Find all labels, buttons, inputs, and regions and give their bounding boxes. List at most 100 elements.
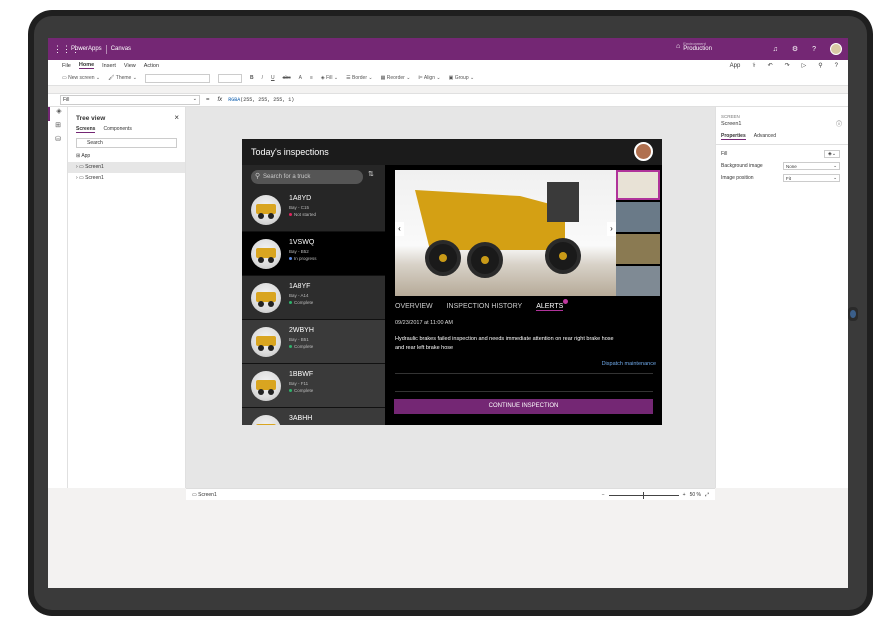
truck-row[interactable]: 2WBYH Bay - B51 Complete: [242, 320, 385, 364]
dispatch-maintenance-link[interactable]: Dispatch maintenance: [602, 361, 656, 367]
fx-icon[interactable]: fx: [218, 97, 223, 103]
info-icon[interactable]: ⓘ: [836, 119, 842, 128]
share-icon[interactable]: ⚲: [818, 62, 822, 69]
truck-bay: Bay - C15: [289, 205, 310, 210]
tree-tabs: Screens Components: [76, 126, 185, 133]
bold-button[interactable]: B: [250, 75, 254, 81]
text-align-button[interactable]: ≡: [310, 75, 313, 81]
truck-row[interactable]: 1A8YF Bay - A14 Complete: [242, 276, 385, 320]
tab-properties[interactable]: Properties: [721, 133, 746, 140]
image-position-dropdown[interactable]: Fit: [783, 174, 840, 182]
new-screen-button[interactable]: ▭ New screen ⌄: [62, 75, 100, 81]
reorder-button[interactable]: ▦ Reorder ⌄: [381, 75, 411, 81]
undo-icon[interactable]: ↶: [768, 62, 773, 69]
menu-insert[interactable]: Insert: [102, 63, 116, 69]
bell-icon[interactable]: ♫: [773, 46, 778, 53]
menu-file[interactable]: File: [62, 63, 71, 69]
fill-label: Fill: [326, 75, 333, 81]
waffle-icon[interactable]: ⋮⋮⋮: [53, 44, 80, 55]
environment-value: Production: [683, 46, 712, 52]
redo-icon[interactable]: ↷: [785, 62, 790, 69]
fill-button[interactable]: ◈ Fill ⌄: [321, 75, 338, 81]
truck-search-input[interactable]: Search for a truck: [251, 170, 363, 184]
truck-row[interactable]: 1A8YD Bay - C15 Not started: [242, 188, 385, 232]
gear-icon[interactable]: ⚙: [792, 45, 798, 53]
formula-input[interactable]: RGBA(255, 255, 255, 1): [228, 97, 294, 103]
prop-pos-label: Image position: [721, 175, 754, 181]
play-icon[interactable]: ▷: [802, 62, 807, 69]
tab-advanced[interactable]: Advanced: [754, 133, 776, 140]
tree-item-screen[interactable]: › ▭ Screen1: [68, 173, 185, 184]
tree-title: Tree view: [76, 115, 106, 122]
truck-wheel: [425, 240, 461, 276]
avatar[interactable]: [830, 43, 842, 55]
underline-button[interactable]: U: [271, 75, 275, 81]
menu-action[interactable]: Action: [144, 63, 159, 69]
help-icon[interactable]: ?: [812, 46, 816, 53]
fullscreen-icon[interactable]: ⤢: [705, 492, 709, 498]
tree-item-app[interactable]: ⊞ App: [68, 151, 185, 162]
zoom-in-button[interactable]: +: [683, 492, 686, 498]
truck-status: Complete: [289, 300, 313, 305]
sort-icon[interactable]: ⇅: [368, 170, 374, 178]
screen-selector[interactable]: ▭ Screen1: [192, 492, 217, 498]
tab-components[interactable]: Components: [103, 126, 131, 133]
menu-home[interactable]: Home: [78, 62, 95, 69]
thumbnail[interactable]: [616, 266, 660, 296]
property-dropdown[interactable]: Fill: [60, 95, 200, 105]
zoom-out-button[interactable]: −: [602, 492, 605, 498]
group-button[interactable]: ▣ Group ⌄: [449, 75, 475, 81]
tree-view-panel: Tree view × Screens Components Search ⊞ …: [68, 107, 186, 488]
thumbnail[interactable]: [616, 170, 660, 200]
environment-icon: ⌂: [676, 43, 681, 50]
truck-thumbnail: [251, 415, 281, 425]
tab-inspection-history[interactable]: INSPECTION HISTORY: [447, 303, 523, 311]
reorder-label: Reorder: [386, 75, 405, 81]
thumbnail[interactable]: [616, 202, 660, 232]
truck-thumbnail: [251, 371, 281, 401]
prop-bg-label: Background image: [721, 163, 763, 169]
tab-screens[interactable]: Screens: [76, 126, 96, 133]
status-bar: ▭ Screen1 − + 50 % ⤢: [186, 488, 715, 500]
tree-item-screen[interactable]: › ▭ Screen1: [68, 162, 185, 173]
prop-fill-row: Fill ◈⌄: [721, 148, 848, 160]
properties-panel: SCREEN Screen1 ⓘ Properties Advanced Fil…: [715, 107, 848, 488]
help-icon-2[interactable]: ?: [835, 63, 838, 69]
continue-inspection-button[interactable]: CONTINUE INSPECTION: [394, 399, 653, 414]
italic-button[interactable]: /: [262, 75, 263, 81]
stethoscope-icon[interactable]: ⚕: [752, 62, 755, 69]
environment-picker[interactable]: ⌂ Environment Production: [676, 41, 712, 52]
layers-icon[interactable]: ◈: [48, 107, 68, 121]
tab-alerts[interactable]: ALERTS: [536, 299, 569, 311]
prev-image-button[interactable]: ‹: [395, 222, 404, 236]
zoom-slider[interactable]: [608, 491, 679, 499]
user-avatar[interactable]: [634, 142, 653, 161]
font-size-dropdown[interactable]: [217, 73, 242, 83]
truck-row[interactable]: 3ABHHBay - B09: [242, 408, 385, 425]
truck-status-label: Complete: [294, 300, 314, 305]
align-button[interactable]: ⊫ Align ⌄: [418, 75, 440, 81]
fill-swatch[interactable]: ◈⌄: [824, 150, 840, 158]
bg-image-dropdown[interactable]: None: [783, 162, 840, 170]
data-icon[interactable]: ⛁: [48, 135, 68, 149]
truck-id: 2WBYH: [289, 327, 314, 334]
tab-overview[interactable]: OVERVIEW: [395, 303, 433, 311]
truck-row[interactable]: 1VSWQ Bay - B52 In progress: [242, 232, 385, 276]
theme-button[interactable]: 🖌 Theme ⌄: [108, 75, 137, 81]
next-image-button[interactable]: ›: [607, 222, 616, 236]
insert-icon[interactable]: ⊞: [48, 121, 68, 135]
truck-status: Complete: [289, 388, 313, 393]
tree-search-input[interactable]: Search: [76, 138, 177, 148]
thumbnail[interactable]: [616, 234, 660, 264]
top-bar: ⋮⋮⋮ PowerApps Canvas ⌂ Environment Produ…: [48, 38, 848, 60]
divider: [395, 373, 653, 374]
truck-row[interactable]: 1BBWF Bay - F11 Complete: [242, 364, 385, 408]
left-rail: ◈ ⊞ ⛁: [48, 107, 68, 488]
strikethrough-button[interactable]: abc: [283, 75, 291, 81]
menu-view[interactable]: View: [124, 63, 136, 69]
close-icon[interactable]: ×: [174, 113, 179, 122]
font-dropdown[interactable]: [144, 73, 210, 83]
app-checker[interactable]: App: [730, 63, 741, 69]
font-size-button[interactable]: A: [299, 75, 302, 81]
border-button[interactable]: ☰ Border ⌄: [346, 75, 372, 81]
